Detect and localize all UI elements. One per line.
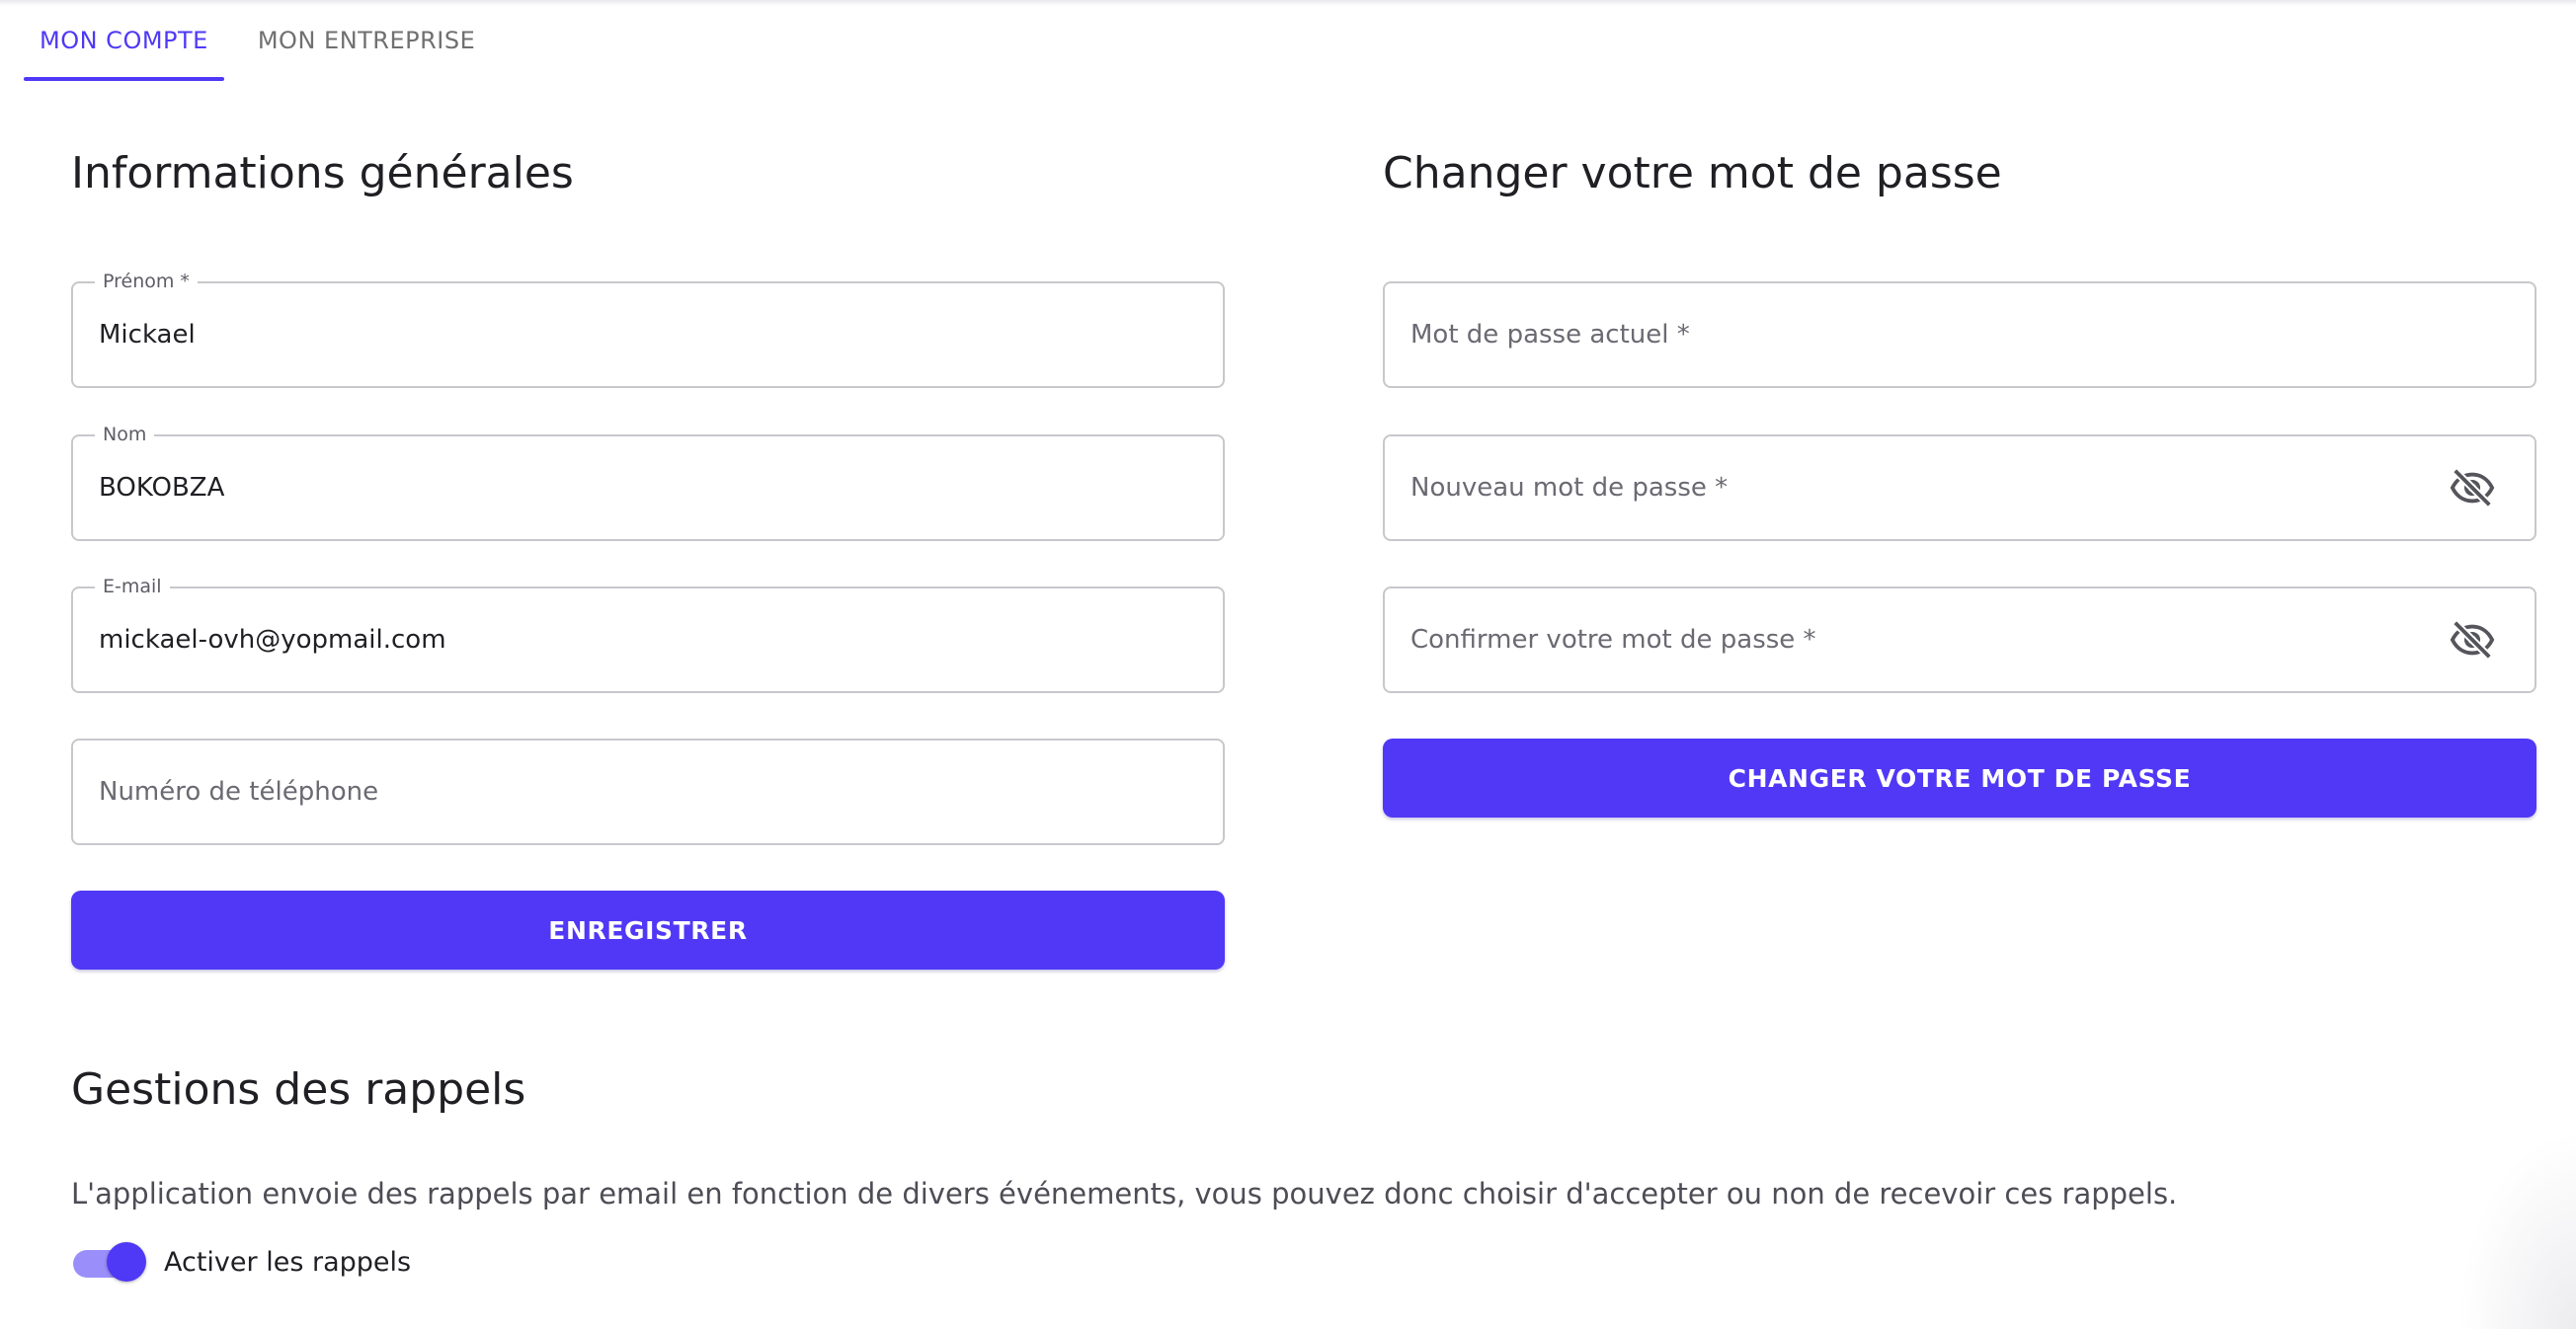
eye-off-icon[interactable] xyxy=(2450,465,2495,510)
first-name-input[interactable] xyxy=(99,283,1197,386)
tab-mon-compte[interactable]: MON COMPTE xyxy=(24,0,224,81)
last-name-field[interactable]: Nom xyxy=(71,424,1225,541)
tab-mon-entreprise[interactable]: MON ENTREPRISE xyxy=(242,0,491,81)
corner-shade xyxy=(2457,1132,2576,1329)
email-field[interactable]: E-mail xyxy=(71,576,1225,693)
current-password-field[interactable] xyxy=(1383,281,2536,388)
reminders-toggle[interactable] xyxy=(71,1238,146,1286)
current-password-input[interactable] xyxy=(1410,283,2509,386)
reminders-title: Gestions des rappels xyxy=(71,1064,526,1115)
reminders-description: L'application envoie des rappels par ema… xyxy=(71,1177,2178,1211)
account-tabs: MON COMPTE MON ENTREPRISE xyxy=(24,0,491,81)
last-name-input[interactable] xyxy=(99,436,1197,539)
password-title: Changer votre mot de passe xyxy=(1383,148,2002,198)
change-password-button[interactable]: CHANGER VOTRE MOT DE PASSE xyxy=(1383,739,2536,818)
first-name-field[interactable]: Prénom * xyxy=(71,271,1225,388)
phone-field[interactable] xyxy=(71,739,1225,845)
general-info-title: Informations générales xyxy=(71,148,574,198)
eye-off-icon[interactable] xyxy=(2450,617,2495,663)
confirm-password-input[interactable] xyxy=(1410,588,2426,691)
phone-input[interactable] xyxy=(99,741,1197,843)
confirm-password-field[interactable] xyxy=(1383,586,2536,693)
toggle-thumb xyxy=(107,1242,146,1282)
email-input[interactable] xyxy=(99,588,1197,691)
reminders-toggle-row: Activer les rappels xyxy=(71,1238,411,1286)
reminders-toggle-label: Activer les rappels xyxy=(164,1246,412,1278)
new-password-input[interactable] xyxy=(1410,436,2426,539)
new-password-field[interactable] xyxy=(1383,434,2536,541)
save-button[interactable]: ENREGISTRER xyxy=(71,891,1225,970)
